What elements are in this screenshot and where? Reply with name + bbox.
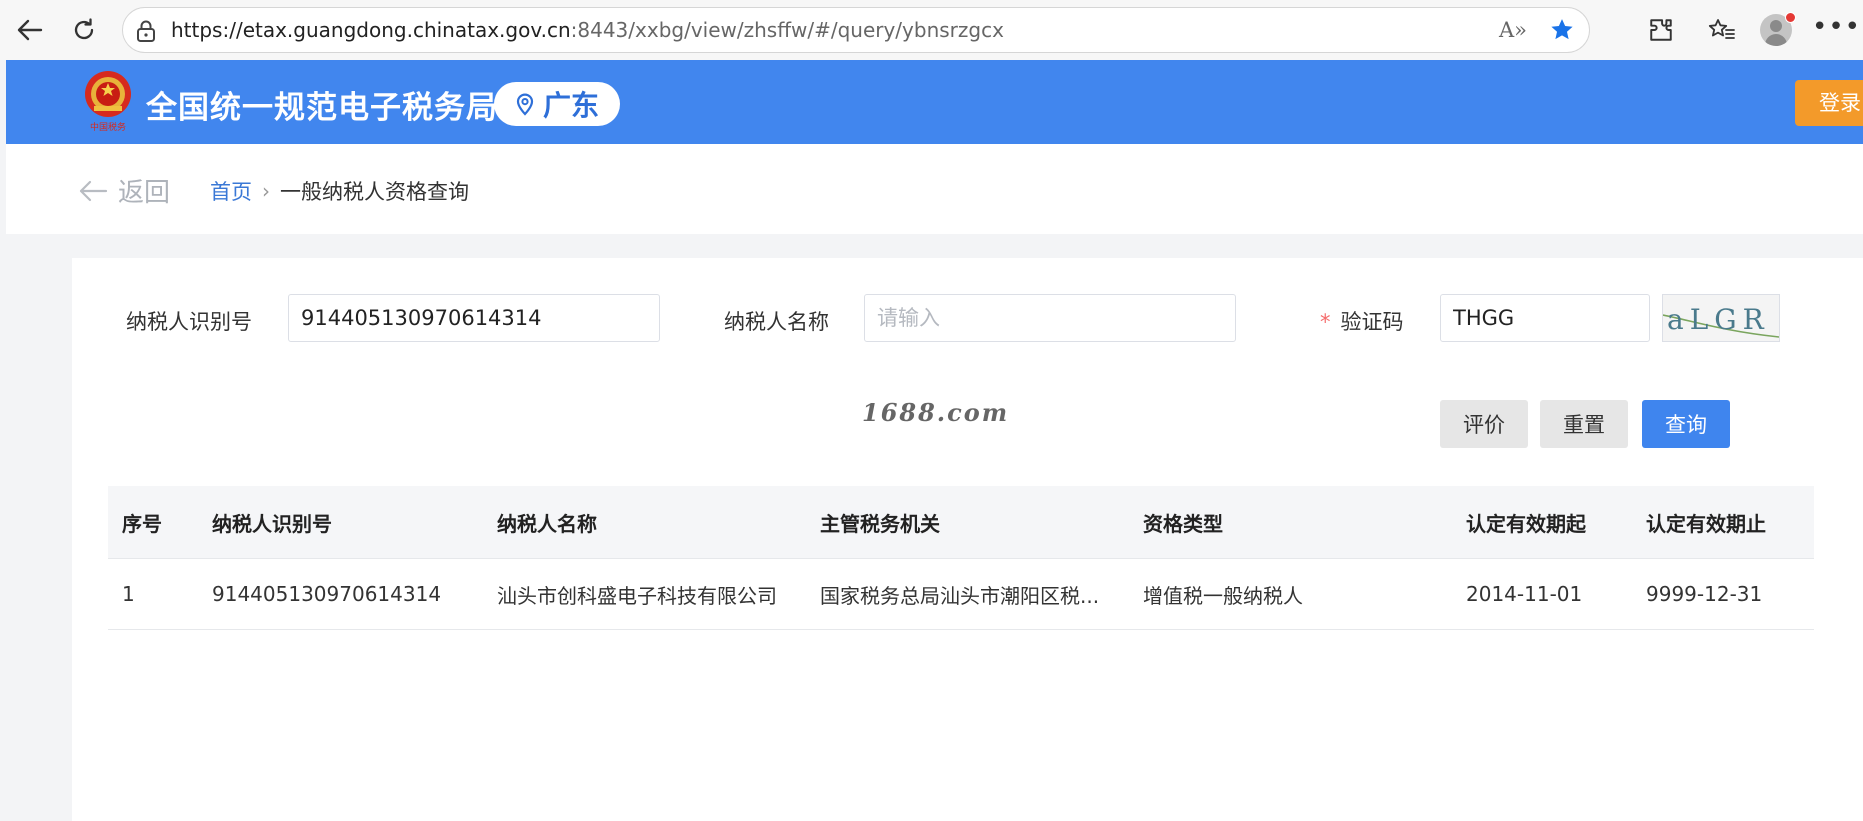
- extensions-icon[interactable]: [1641, 10, 1681, 50]
- column-header: 序号: [122, 511, 162, 536]
- refresh-icon[interactable]: [64, 10, 104, 50]
- captcha-text: aLGR: [1667, 303, 1770, 336]
- query-button[interactable]: 查询: [1642, 400, 1730, 448]
- captcha-image[interactable]: aLGR: [1662, 294, 1780, 342]
- column-header: 资格类型: [1143, 511, 1223, 536]
- column-header: 认定有效期起: [1466, 511, 1586, 536]
- taxpayer-id-input[interactable]: [288, 294, 660, 342]
- url-text: https://etax.guangdong.chinatax.gov.cn:8…: [171, 18, 1004, 42]
- required-mark: *: [1320, 310, 1331, 334]
- region-label: 广东: [542, 89, 599, 122]
- captcha-label-group: * 验证码: [1320, 306, 1404, 336]
- back-label: 返回: [118, 178, 171, 208]
- table-header: 序号 纳税人识别号 纳税人名称 主管税务机关 资格类型 认定有效期起 认定有效期…: [108, 486, 1814, 559]
- captcha-input[interactable]: [1440, 294, 1650, 342]
- more-menu-icon[interactable]: •••: [1812, 12, 1861, 42]
- notification-dot: [1785, 12, 1796, 23]
- query-card: 纳税人识别号 纳税人名称 * 验证码 aLGR 1688.com 评价 重置 查询…: [72, 258, 1863, 821]
- column-header: 认定有效期止: [1646, 511, 1766, 536]
- breadcrumb-separator-icon: ›: [262, 179, 270, 203]
- reset-button[interactable]: 重置: [1540, 400, 1628, 448]
- region-selector[interactable]: 广东: [494, 82, 620, 126]
- back-arrow-icon: [79, 180, 108, 201]
- table-cell-tax-authority: 国家税务总局汕头市潮阳区税...: [820, 583, 1100, 608]
- table-cell-taxpayer-name: 汕头市创科盛电子科技有限公司: [497, 583, 777, 608]
- column-header: 主管税务机关: [820, 511, 940, 536]
- table-row[interactable]: 1 914405130970614314 汕头市创科盛电子科技有限公司 国家税务…: [108, 559, 1814, 630]
- evaluate-button[interactable]: 评价: [1440, 400, 1528, 448]
- back-link[interactable]: 返回: [78, 172, 170, 209]
- breadcrumb-bar: 返回 首页 › 一般纳税人资格查询: [6, 144, 1863, 234]
- captcha-label: 验证码: [1340, 310, 1404, 334]
- table-cell-index: 1: [122, 582, 135, 606]
- column-header: 纳税人名称: [497, 511, 597, 536]
- browser-toolbar: https://etax.guangdong.chinatax.gov.cn:8…: [0, 0, 1863, 60]
- breadcrumb-home[interactable]: 首页: [210, 176, 252, 206]
- back-arrow-icon[interactable]: [10, 10, 50, 50]
- site-title: 全国统一规范电子税务局: [146, 90, 498, 126]
- taxpayer-name-input[interactable]: [864, 294, 1236, 342]
- login-button[interactable]: 登录: [1795, 80, 1863, 126]
- column-header: 纳税人识别号: [212, 511, 332, 536]
- emblem-caption: 中国税务: [90, 121, 126, 133]
- favorite-star-icon[interactable]: [1549, 17, 1575, 47]
- watermark: 1688.com: [862, 398, 1010, 427]
- table-cell-qualification-type: 增值税一般纳税人: [1143, 583, 1303, 608]
- site-header: 中国税务 全国统一规范电子税务局 广东: [6, 60, 1863, 144]
- table-cell-valid-from: 2014-11-01: [1466, 582, 1583, 606]
- favorites-icon[interactable]: [1702, 10, 1742, 50]
- address-bar[interactable]: https://etax.guangdong.chinatax.gov.cn:8…: [122, 7, 1590, 53]
- location-pin-icon: [516, 93, 534, 116]
- breadcrumb: 首页 › 一般纳税人资格查询: [210, 176, 469, 206]
- table-cell-valid-to: 9999-12-31: [1646, 582, 1763, 606]
- taxpayer-id-label: 纳税人识别号: [126, 310, 252, 334]
- read-aloud-icon[interactable]: A»: [1499, 18, 1527, 42]
- taxpayer-name-label: 纳税人名称: [724, 310, 829, 334]
- table-cell-taxpayer-id: 914405130970614314: [212, 582, 442, 606]
- lock-icon[interactable]: [135, 19, 157, 47]
- result-table: 序号 纳税人识别号 纳税人名称 主管税务机关 资格类型 认定有效期起 认定有效期…: [108, 486, 1814, 630]
- breadcrumb-current: 一般纳税人资格查询: [280, 180, 469, 204]
- national-emblem-icon: 中国税务: [85, 71, 131, 133]
